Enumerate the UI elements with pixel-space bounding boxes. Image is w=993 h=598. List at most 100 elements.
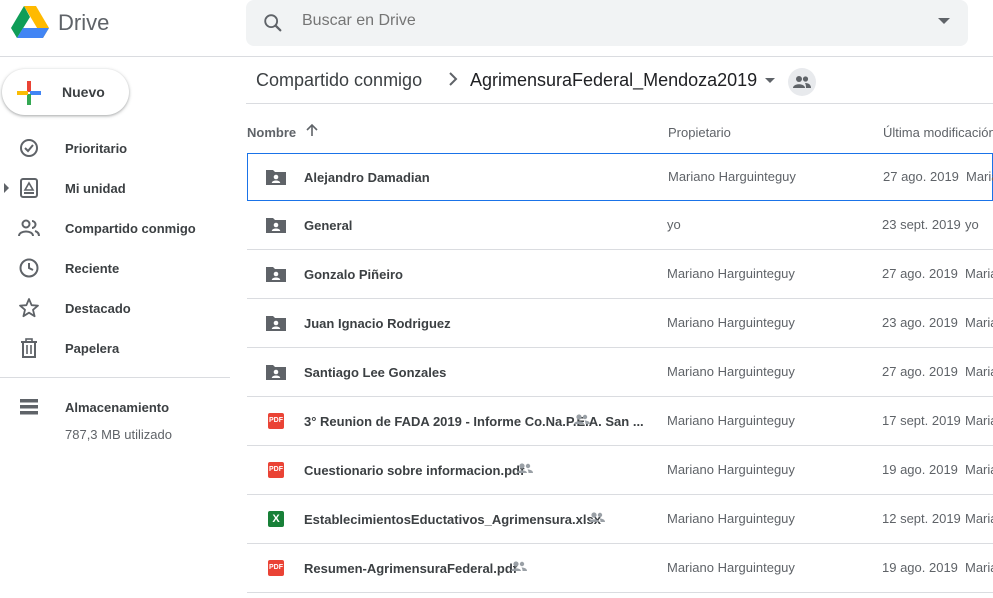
pdf-file-icon: PDF [265, 411, 287, 431]
file-name: 3° Reunion de FADA 2019 - Informe Co.Na.… [304, 414, 644, 429]
storage-title: Almacenamiento [65, 400, 170, 415]
clock-icon [19, 258, 39, 278]
file-row[interactable]: Alejandro Damadian Mariano Harguinteguy 27… [247, 153, 993, 201]
sidebar-item-compartido-conmigo[interactable]: Compartido conmigo [0, 208, 230, 248]
file-modified-by: Mariano Harguinteguy [965, 560, 993, 575]
storage-icon [20, 399, 38, 415]
file-owner: Mariano Harguinteguy [667, 266, 795, 281]
shared-folder-icon [265, 362, 287, 382]
file-modified-date: 23 sept. 2019 [882, 217, 961, 232]
file-row[interactable]: General yo 23 sept. 2019 yo [247, 201, 993, 250]
people-icon [793, 76, 811, 88]
my-drive-icon [20, 178, 38, 198]
sidebar-item-destacado[interactable]: Destacado [0, 288, 230, 328]
file-modified-by: Mariano Harguinteguy [965, 462, 993, 477]
file-modified-by: Mariano Harguinteguy [965, 315, 993, 330]
search-bar[interactable] [246, 0, 968, 46]
breadcrumb-current-folder[interactable]: AgrimensuraFederal_Mendoza2019 [470, 70, 757, 91]
top-bar: Drive [0, 0, 993, 57]
file-row[interactable]: Santiago Lee Gonzales Mariano Harguintegu… [247, 348, 993, 397]
file-name: Resumen-AgrimensuraFederal.pdf [304, 561, 518, 576]
column-header-modified[interactable]: Última modificación [883, 125, 993, 140]
storage-used: 787,3 MB utilizado [65, 427, 172, 442]
people-icon [18, 219, 40, 237]
file-row[interactable]: PDF Resumen-AgrimensuraFederal.pdf Mariano… [247, 544, 993, 593]
shared-people-icon [573, 411, 591, 429]
file-modified-date: 27 ago. 2019 [882, 266, 958, 281]
file-owner: Mariano Harguinteguy [668, 169, 796, 184]
sidebar-divider [0, 377, 230, 378]
file-owner: Mariano Harguinteguy [667, 413, 795, 428]
sidebar-item-prioritario[interactable]: Prioritario [0, 128, 230, 168]
trash-icon [21, 338, 37, 358]
shared-people-icon [588, 509, 606, 527]
storage-section[interactable]: Almacenamiento 787,3 MB utilizado [0, 396, 230, 456]
drive-logo-icon[interactable] [10, 5, 50, 41]
file-row[interactable]: X EstablecimientosEductativos_Agrimensura… [247, 495, 993, 544]
file-modified-date: 19 ago. 2019 [882, 560, 958, 575]
file-modified-by: Mariano Harguinteguy [966, 169, 993, 184]
shared-folder-icon [265, 313, 287, 333]
star-icon [19, 298, 39, 318]
file-modified-date: 17 sept. 2019 [882, 413, 961, 428]
sidebar-item-label: Mi unidad [65, 181, 126, 196]
sidebar-item-label: Prioritario [65, 141, 128, 156]
sidebar-item-label: Compartido conmigo [65, 221, 196, 236]
file-list: Alejandro Damadian Mariano Harguinteguy 27… [247, 153, 993, 593]
chevron-right-icon [449, 72, 458, 86]
file-owner: Mariano Harguinteguy [667, 560, 795, 575]
search-options-dropdown-icon[interactable] [938, 18, 950, 24]
file-name: General [304, 218, 353, 233]
expand-caret-icon[interactable] [4, 183, 9, 193]
file-owner: Mariano Harguinteguy [667, 315, 795, 330]
file-name: Alejandro Damadian [304, 170, 430, 185]
sidebar-item-label: Destacado [65, 301, 131, 316]
new-button[interactable]: Nuevo [2, 69, 129, 115]
file-modified-by: Mariano Harguinteguy [965, 413, 993, 428]
file-modified-by: Mariano Harguinteguy [965, 266, 993, 281]
file-owner: Mariano Harguinteguy [667, 462, 795, 477]
file-row[interactable]: Juan Ignacio Rodriguez Mariano Harguinteg… [247, 299, 993, 348]
shared-folder-icon [265, 167, 287, 187]
shared-people-icon [510, 558, 528, 576]
file-modified-date: 27 ago. 2019 [882, 364, 958, 379]
file-name: Gonzalo Piñeiro [304, 267, 403, 282]
file-row[interactable]: PDF Cuestionario sobre informacion.pdf Mar… [247, 446, 993, 495]
file-modified-by: yo [965, 217, 979, 232]
column-header-owner[interactable]: Propietario [668, 125, 731, 140]
header-divider [246, 103, 993, 104]
file-name: Santiago Lee Gonzales [304, 365, 447, 380]
folder-menu-dropdown-icon[interactable] [765, 78, 775, 83]
breadcrumb-parent[interactable]: Compartido conmigo [256, 70, 422, 91]
pdf-file-icon: PDF [265, 558, 287, 578]
checkbox-icon [20, 139, 38, 157]
sidebar-nav: Prioritario Mi unidad Compartido conmigo… [0, 128, 230, 368]
file-modified-date: 19 ago. 2019 [882, 462, 958, 477]
sidebar-item-reciente[interactable]: Reciente [0, 248, 230, 288]
spreadsheet-file-icon: X [265, 509, 287, 529]
file-row[interactable]: Gonzalo Piñeiro Mariano Harguinteguy 27 ag… [247, 250, 993, 299]
sort-ascending-arrow-icon[interactable] [305, 123, 319, 137]
sidebar-item-label: Reciente [65, 261, 120, 276]
sidebar-item-label: Papelera [65, 341, 120, 356]
file-modified-date: 27 ago. 2019 [883, 169, 959, 184]
file-owner: Mariano Harguinteguy [667, 364, 795, 379]
column-header-name[interactable]: Nombre [247, 125, 296, 140]
file-row[interactable]: PDF 3° Reunion de FADA 2019 - Informe Co.… [247, 397, 993, 446]
app-title[interactable]: Drive [58, 10, 109, 36]
sidebar-item-papelera[interactable]: Papelera [0, 328, 230, 368]
file-name: Juan Ignacio Rodriguez [304, 316, 451, 331]
plus-icon [17, 81, 41, 105]
shared-folder-icon [265, 215, 287, 235]
shared-people-icon [516, 460, 534, 478]
search-input[interactable] [302, 12, 902, 30]
file-list-header: Nombre Propietario Última modificación [247, 120, 993, 144]
folder-shared-button[interactable] [788, 68, 816, 96]
file-modified-date: 23 ago. 2019 [882, 315, 958, 330]
file-name: Cuestionario sobre informacion.pdf [304, 463, 525, 478]
file-modified-date: 12 sept. 2019 [882, 511, 961, 526]
file-modified-by: Mariano Harguinteguy [965, 511, 993, 526]
sidebar-item-mi-unidad[interactable]: Mi unidad [0, 168, 230, 208]
search-icon[interactable] [262, 12, 284, 34]
shared-folder-icon [265, 264, 287, 284]
